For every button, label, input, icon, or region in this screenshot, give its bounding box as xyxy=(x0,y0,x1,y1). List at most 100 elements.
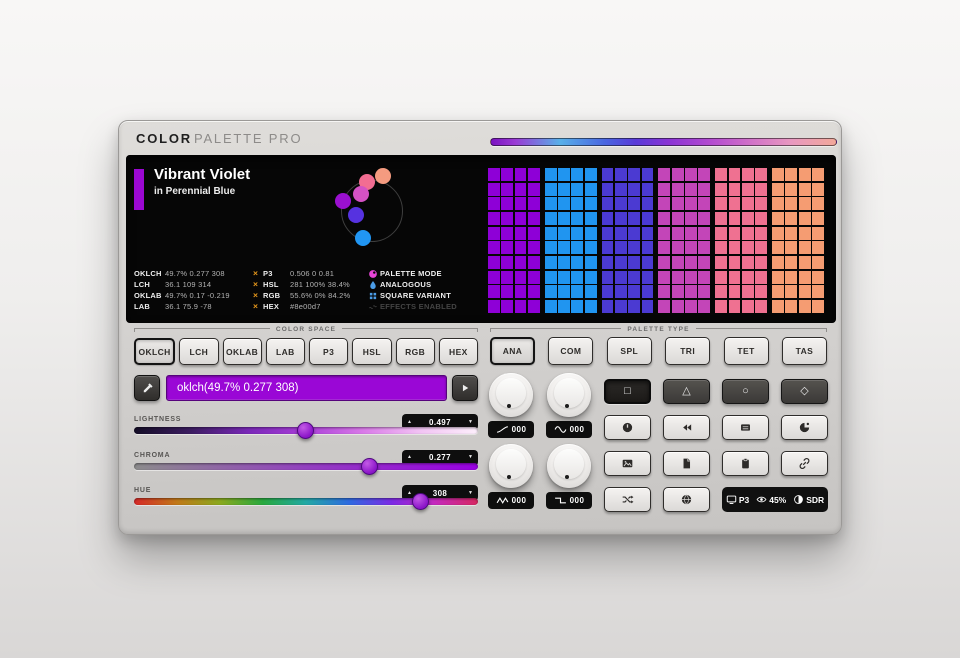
decrement-arrow[interactable]: ▼ xyxy=(468,491,473,496)
globe-button[interactable] xyxy=(663,487,710,512)
diamond-button[interactable]: ◇ xyxy=(781,379,828,404)
triangle-icon: △ xyxy=(682,386,690,397)
swatch-cell xyxy=(685,241,697,254)
color-space-rgb[interactable]: RGB xyxy=(396,338,435,365)
mod-knob[interactable] xyxy=(547,444,591,488)
swatch-cell xyxy=(515,168,527,181)
swatch-cell xyxy=(785,241,797,254)
swatch-cell xyxy=(715,256,727,269)
swatch-column xyxy=(772,168,824,313)
palette-type-ana[interactable]: ANA xyxy=(490,337,535,365)
readout-row: LCH36.1 109 314 xyxy=(134,279,230,290)
color-space-lab[interactable]: LAB xyxy=(266,338,305,365)
image-button[interactable] xyxy=(604,451,651,476)
swatch-cell xyxy=(742,256,754,269)
palette-type-spl[interactable]: SPL xyxy=(607,337,652,365)
swatch-cell xyxy=(571,256,583,269)
rewind-button[interactable] xyxy=(663,415,710,440)
slider-thumb[interactable] xyxy=(361,458,378,475)
swatch-cell xyxy=(642,285,654,298)
grid4-icon xyxy=(368,291,380,301)
readout-row: ×HEX#8e00d7 xyxy=(253,301,350,312)
file-button[interactable] xyxy=(663,451,710,476)
link-button[interactable] xyxy=(781,451,828,476)
swatch-cell xyxy=(685,197,697,210)
triangle-button[interactable]: △ xyxy=(663,379,710,404)
swatch-cell xyxy=(685,271,697,284)
section-label: COLOR SPACE xyxy=(276,326,336,333)
palette-type-com[interactable]: COM xyxy=(548,337,593,365)
hue-gradient-bar xyxy=(490,138,837,146)
square-button[interactable]: □ xyxy=(604,379,651,404)
increment-arrow[interactable]: ▲ xyxy=(407,491,412,496)
increment-arrow[interactable]: ▲ xyxy=(407,420,412,425)
swatch-cell xyxy=(628,183,640,196)
swatch-cell xyxy=(615,212,627,225)
swatch-cell xyxy=(729,183,741,196)
globe-icon xyxy=(680,493,693,506)
swatch-cell xyxy=(488,197,500,210)
swatch-cell xyxy=(698,168,710,181)
play-icon xyxy=(459,382,471,394)
color-value-input[interactable] xyxy=(166,375,447,401)
eyedropper-button[interactable] xyxy=(134,375,160,401)
clipboard-button[interactable] xyxy=(722,451,769,476)
modulation-knobs: 000000000000 xyxy=(488,373,592,511)
slider-thumb[interactable] xyxy=(412,493,429,510)
color-space-hsl[interactable]: HSL xyxy=(352,338,391,365)
slider-thumb[interactable] xyxy=(297,422,314,439)
swatch-cell xyxy=(742,183,754,196)
swatch-cell xyxy=(602,212,614,225)
range-label: SDR xyxy=(806,495,824,505)
coverage-status: 45% xyxy=(756,494,786,505)
color-space-hex[interactable]: HEX xyxy=(439,338,478,365)
power-button[interactable] xyxy=(604,415,651,440)
apply-play-button[interactable] xyxy=(452,375,478,401)
color-space-oklab[interactable]: OKLAB xyxy=(223,338,262,365)
decrement-arrow[interactable]: ▼ xyxy=(468,420,473,425)
knob-value: 000 xyxy=(512,496,527,505)
mod-knob[interactable] xyxy=(489,373,533,417)
swatch-cell xyxy=(772,183,784,196)
palette-type-tet[interactable]: TET xyxy=(724,337,769,365)
swatch-cell xyxy=(615,227,627,240)
swatch-cell xyxy=(698,300,710,313)
swatch-cell xyxy=(785,300,797,313)
slider-track[interactable] xyxy=(134,498,478,505)
mod-knob[interactable] xyxy=(489,444,533,488)
color-space-p3[interactable]: P3 xyxy=(309,338,348,365)
swatch-cell xyxy=(545,300,557,313)
increment-arrow[interactable]: ▲ xyxy=(407,455,412,460)
readout-row: OKLCH49.7% 0.277 308 xyxy=(134,268,230,279)
swatch-cell xyxy=(545,212,557,225)
swatch-cell xyxy=(628,241,640,254)
swatch-cell xyxy=(571,271,583,284)
color-space-lch[interactable]: LCH xyxy=(179,338,218,365)
swatch-cell xyxy=(602,183,614,196)
swatch-cell xyxy=(812,300,824,313)
palette-dot xyxy=(355,230,371,246)
slider-track[interactable] xyxy=(134,427,478,434)
swatch-cell xyxy=(642,168,654,181)
swatch-cell xyxy=(628,300,640,313)
circle-button[interactable]: ○ xyxy=(722,379,769,404)
shuffle-button[interactable] xyxy=(604,487,651,512)
pie-button[interactable] xyxy=(781,415,828,440)
contrast-icon xyxy=(793,494,804,505)
swatch-cell xyxy=(602,197,614,210)
palette-type-tri[interactable]: TRI xyxy=(665,337,710,365)
decrement-arrow[interactable]: ▼ xyxy=(468,455,473,460)
palette-type-tas[interactable]: TAS xyxy=(782,337,827,365)
swatch-cell xyxy=(658,212,670,225)
swatch-cell xyxy=(558,183,570,196)
app-title-light: PALETTE PRO xyxy=(194,131,302,146)
swatch-cell xyxy=(755,197,767,210)
slider-track[interactable] xyxy=(134,463,478,470)
mod-knob[interactable] xyxy=(547,373,591,417)
color-space-oklch[interactable]: OKLCH xyxy=(134,338,175,365)
list-button[interactable] xyxy=(722,415,769,440)
wave-sine-icon xyxy=(554,425,567,434)
readout-row: ×RGB55.6% 0% 84.2% xyxy=(253,290,350,301)
swatch-cell xyxy=(812,168,824,181)
mode-status-row: SQUARE VARIANT xyxy=(368,290,457,301)
